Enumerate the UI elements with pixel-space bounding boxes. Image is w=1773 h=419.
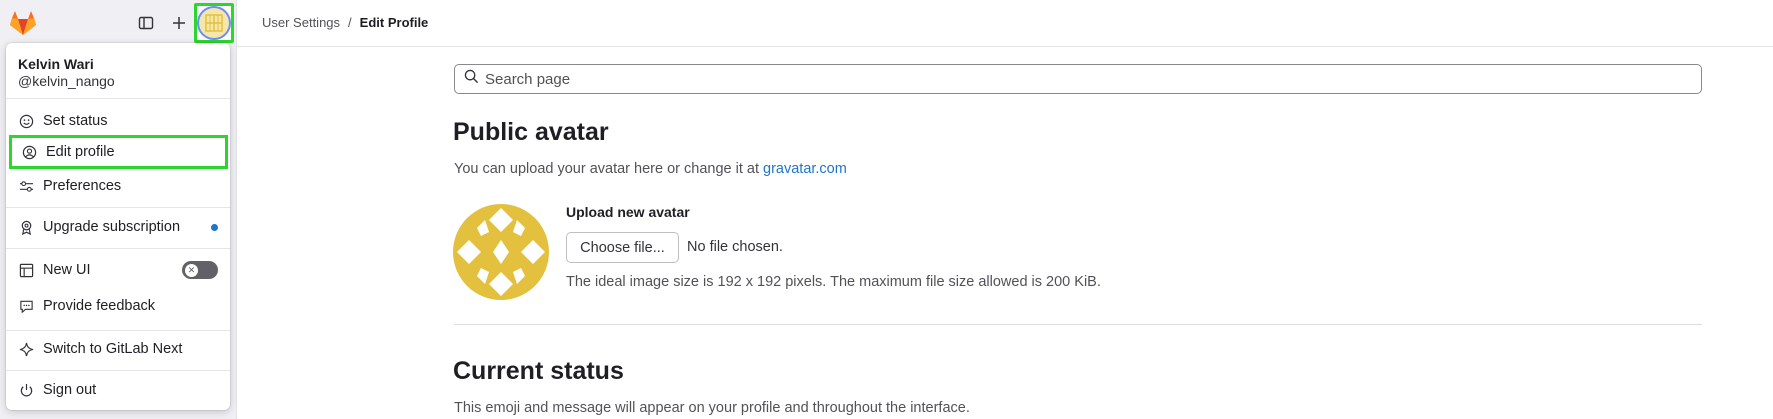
upload-new-avatar-label: Upload new avatar [566, 204, 690, 220]
public-avatar-title: Public avatar [453, 118, 609, 146]
menu-item-label: Set status [43, 113, 108, 129]
menu-item-set-status[interactable]: Set status [6, 104, 230, 138]
preferences-icon [18, 178, 34, 194]
toggle-sidebar-icon[interactable] [135, 12, 157, 34]
menu-item-new-ui[interactable]: New UI ✕ [6, 253, 230, 287]
layout-icon [18, 262, 34, 278]
badge-icon [18, 219, 34, 235]
user-menu-header[interactable]: Kelvin Wari @kelvin_nango [6, 43, 230, 99]
plus-icon[interactable] [168, 12, 190, 34]
current-status-description: This emoji and message will appear on yo… [454, 400, 970, 416]
menu-item-preferences[interactable]: Preferences [6, 169, 230, 203]
menu-divider [6, 370, 230, 371]
menu-item-sign-out[interactable]: Sign out [6, 373, 230, 407]
gravatar-link[interactable]: gravatar.com [763, 161, 847, 177]
smiley-icon [18, 113, 34, 129]
menu-item-label: Upgrade subscription [43, 219, 181, 235]
breadcrumb: User Settings / Edit Profile [262, 15, 428, 30]
avatar-icon [199, 8, 229, 38]
menu-item-upgrade-subscription[interactable]: Upgrade subscription [6, 210, 230, 244]
search-input[interactable] [485, 70, 1685, 88]
toggle-off-icon: ✕ [185, 263, 198, 277]
menu-divider [6, 330, 230, 331]
sidebar-top-bar [0, 0, 237, 46]
breadcrumb-separator: / [348, 15, 352, 30]
section-divider [454, 324, 1702, 325]
menu-divider [6, 207, 230, 208]
menu-item-edit-profile[interactable]: Edit profile [9, 135, 228, 169]
avatar-help-text: The ideal image size is 192 x 192 pixels… [566, 274, 1101, 290]
user-handle: @kelvin_nango [18, 73, 115, 89]
menu-item-provide-feedback[interactable]: Provide feedback [6, 289, 230, 323]
power-icon [18, 382, 34, 398]
search-icon [464, 69, 479, 89]
user-circle-icon [21, 144, 37, 160]
menu-item-label: Edit profile [46, 144, 115, 160]
user-avatar-button[interactable] [194, 3, 234, 43]
breadcrumb-user-settings[interactable]: User Settings [262, 15, 340, 30]
breadcrumb-edit-profile[interactable]: Edit Profile [360, 15, 429, 30]
header-divider [237, 46, 1773, 47]
public-avatar-description: You can upload your avatar here or chang… [454, 161, 847, 177]
menu-item-label: Switch to GitLab Next [43, 341, 183, 357]
menu-item-label: Sign out [43, 382, 97, 398]
menu-item-label: Preferences [43, 178, 122, 194]
gitlab-logo-icon[interactable] [9, 10, 37, 36]
search-box[interactable] [454, 64, 1702, 94]
no-file-text: No file chosen. [687, 239, 783, 255]
user-menu-dropdown: Kelvin Wari @kelvin_nango Set status Edi… [6, 43, 230, 410]
sparkle-icon [18, 341, 34, 357]
user-name: Kelvin Wari [18, 56, 94, 72]
current-status-title: Current status [453, 357, 624, 385]
menu-item-switch-gitlab-next[interactable]: Switch to GitLab Next [6, 332, 230, 366]
current-avatar-image [453, 204, 549, 300]
description-text: You can upload your avatar here or chang… [454, 161, 764, 177]
choose-file-button[interactable]: Choose file... [566, 232, 679, 263]
comment-icon [18, 298, 34, 314]
notification-dot [211, 223, 218, 231]
menu-divider [6, 248, 230, 249]
menu-item-label: Provide feedback [43, 298, 156, 314]
menu-item-label: New UI [43, 262, 91, 278]
new-ui-toggle[interactable]: ✕ [182, 261, 218, 279]
